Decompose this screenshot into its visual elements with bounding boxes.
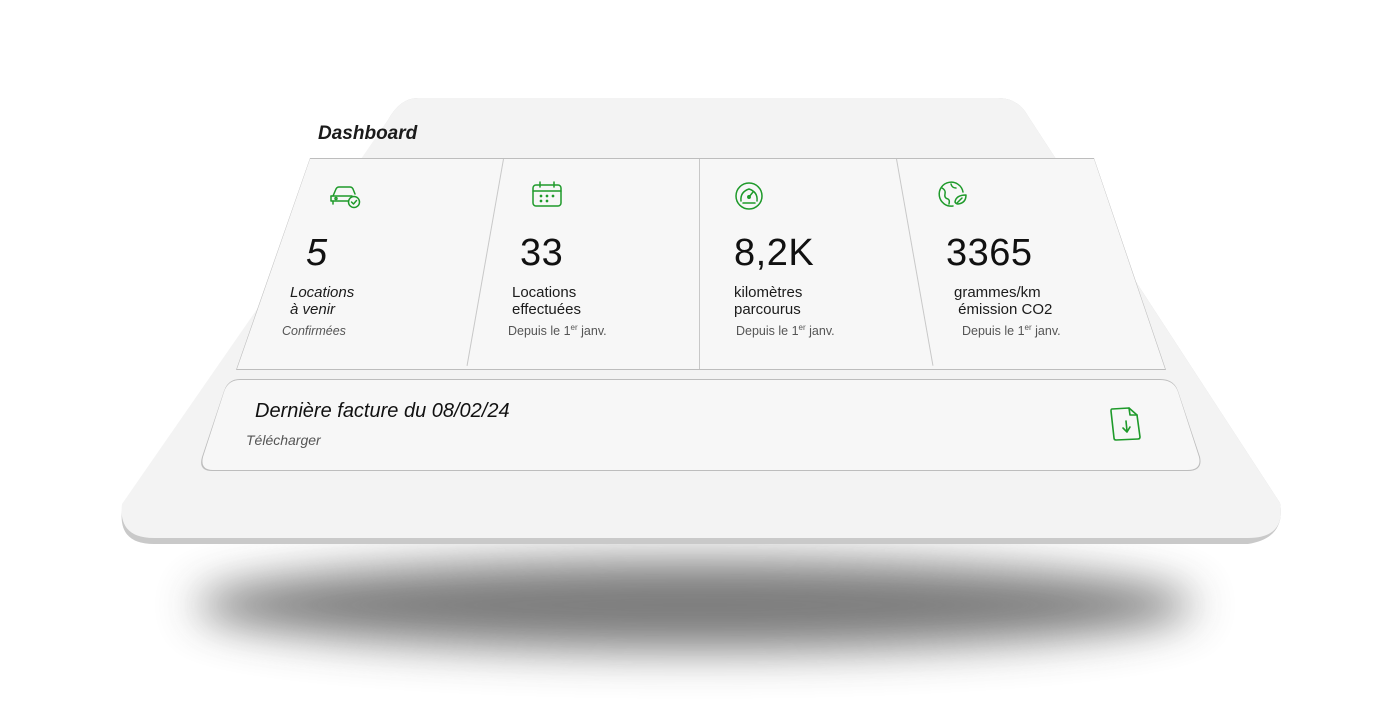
stat-sub: Depuis le 1er janv.: [508, 322, 607, 338]
stat-value: 3365: [946, 232, 1033, 274]
invoice-panel-inner: [201, 380, 1200, 470]
stage: Dashboard 5 Locations à venir Confirmées: [0, 0, 1400, 712]
download-invoice-link[interactable]: Télécharger: [246, 432, 321, 448]
eco-globe-leaf-icon: [935, 180, 969, 210]
stat-value: 8,2K: [734, 232, 815, 274]
stat-value: 33: [520, 232, 564, 274]
stat-value: 5: [306, 232, 328, 274]
invoice-panel: [200, 379, 1201, 471]
stat-sub: Depuis le 1er janv.: [736, 322, 835, 338]
stat-label: grammes/km émission CO2: [954, 284, 1053, 318]
stat-sub: Depuis le 1er janv.: [962, 322, 1061, 338]
file-download-icon[interactable]: [1106, 406, 1146, 442]
calendar-icon: [530, 180, 564, 210]
dashboard-title: Dashboard: [318, 123, 418, 144]
stat-label: Locations à venir: [290, 284, 355, 318]
invoice-title: Dernière facture du 08/02/24: [255, 400, 510, 422]
card-shadow: [195, 560, 1195, 650]
car-check-icon: [328, 180, 362, 210]
speedometer-icon: [732, 181, 766, 211]
stat-label: Locations effectuées: [512, 284, 581, 318]
stat-divider: [699, 159, 700, 369]
stat-sub: Confirmées: [282, 324, 346, 338]
stat-label: kilomètres parcourus: [734, 284, 803, 318]
